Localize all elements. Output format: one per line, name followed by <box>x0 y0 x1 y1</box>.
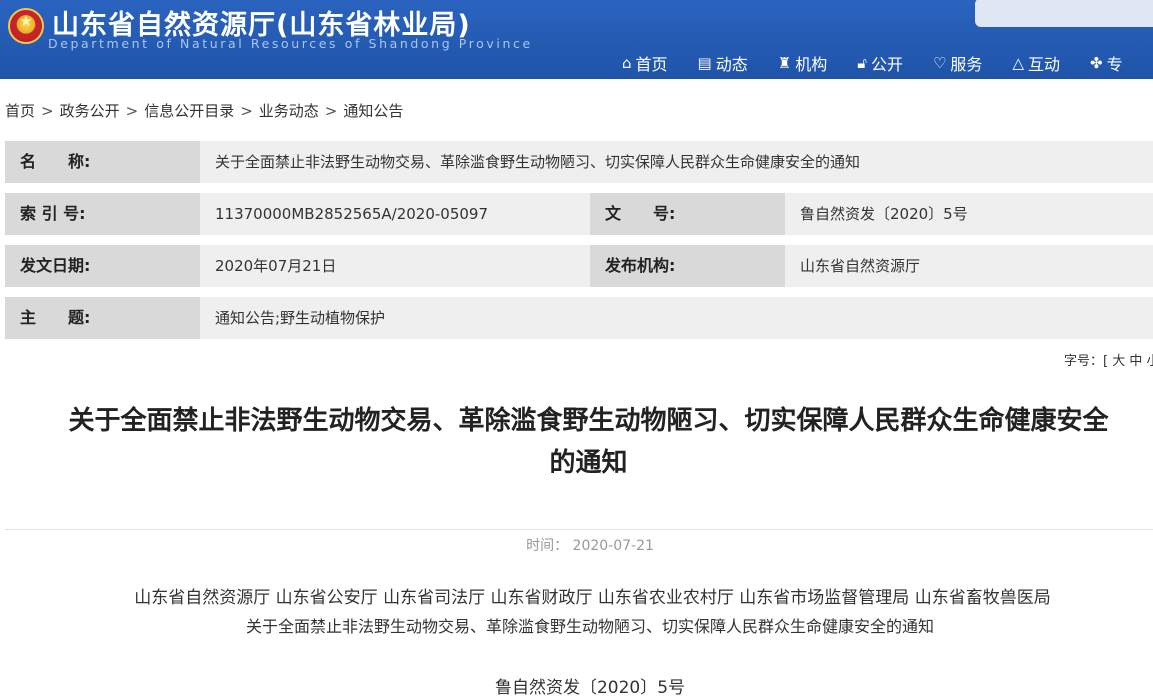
info-row-topic: 主 题: 通知公告;野生动植物保护 <box>5 297 1153 339</box>
org-value: 山东省自然资源厅 <box>785 245 1153 287</box>
nav-item-home[interactable]: ⌂ 首页 <box>622 52 668 74</box>
main-nav: ⌂ 首页 ▤ 动态 ♜ 机构 🔓︎ 公开 ♡ 服务 △ 互动 ✤ 专 <box>622 52 1153 74</box>
article-title-line-2: 的通知 <box>549 448 628 478</box>
date-label: 发文日期: <box>5 245 200 287</box>
info-row-index: 索 引 号: 11370000MB2852565A/2020-05097 文 号… <box>5 193 1153 235</box>
nav-label: 首页 <box>635 55 668 74</box>
docno-value: 鲁自然资发〔2020〕5号 <box>785 193 1153 235</box>
article-doc-number: 鲁自然资发〔2020〕5号 <box>494 678 686 698</box>
index-label: 索 引 号: <box>5 193 200 235</box>
nav-item-interact[interactable]: △ 互动 <box>1012 52 1060 74</box>
breadcrumb-home[interactable]: 首页 <box>5 102 35 120</box>
date-value: 2020年07月21日 <box>200 245 590 287</box>
info-row-name: 名 称: 关于全面禁止非法野生动物交易、革除滥食野生动物陋习、切实保障人民群众生… <box>5 141 1153 183</box>
breadcrumb: 首页 > 政务公开 > 信息公开目录 > 业务动态 > 通知公告 <box>5 100 403 121</box>
breadcrumb-separator: > <box>324 102 338 120</box>
index-value: 11370000MB2852565A/2020-05097 <box>200 193 590 235</box>
breadcrumb-separator: > <box>125 102 139 120</box>
breadcrumb-separator: > <box>240 102 253 120</box>
nav-label: 公开 <box>870 55 903 74</box>
topic-value: 通知公告;野生动植物保护 <box>200 297 1153 339</box>
nav-item-service[interactable]: ♡ 服务 <box>933 52 982 74</box>
name-value: 关于全面禁止非法野生动物交易、革除滥食野生动物陋习、切实保障人民群众生命健康安全… <box>200 141 1153 183</box>
news-icon: ▤ <box>697 54 712 72</box>
search-box[interactable] <box>975 0 1153 27</box>
heart-icon: ♡ <box>932 54 947 72</box>
publish-time: 时间： 2020-07-21 <box>526 538 654 554</box>
nav-label: 机构 <box>795 55 828 74</box>
breadcrumb-catalog[interactable]: 信息公开目录 <box>144 102 234 120</box>
info-row-date: 发文日期: 2020年07月21日 发布机构: 山东省自然资源厅 <box>5 245 1153 287</box>
nav-label: 动态 <box>715 55 748 74</box>
article-title-line-1: 关于全面禁止非法野生动物交易、革除滥食野生动物陋习、切实保障人民群众生命健康安全 <box>68 406 1109 436</box>
topic-icon: ✤ <box>1090 54 1103 72</box>
nav-item-topic[interactable]: ✤ 专 <box>1090 52 1123 74</box>
docno-label: 文 号: <box>590 193 785 235</box>
breadcrumb-business-news[interactable]: 业务动态 <box>259 102 319 120</box>
topic-label: 主 题: <box>5 297 200 339</box>
font-size-control[interactable]: 字号：[ 大 中 小 ] <box>1064 350 1153 369</box>
issuing-departments: 山东省自然资源厅 山东省公安厅 山东省司法厅 山东省财政厅 山东省农业农村厅 山… <box>134 588 1051 608</box>
national-emblem-icon <box>8 8 44 44</box>
breadcrumb-separator: > <box>41 102 54 120</box>
home-icon: ⌂ <box>622 54 632 72</box>
org-label: 发布机构: <box>590 245 785 287</box>
interact-icon: △ <box>1012 54 1024 72</box>
site-header: 山东省自然资源厅(山东省林业局) Department of Natural R… <box>0 0 1153 79</box>
article-title: 关于全面禁止非法野生动物交易、革除滥食野生动物陋习、切实保障人民群众生命健康安全… <box>22 400 1153 484</box>
breadcrumb-gov-affairs[interactable]: 政务公开 <box>60 102 120 120</box>
breadcrumb-notices[interactable]: 通知公告 <box>343 102 403 120</box>
lock-icon: 🔓︎ <box>857 54 867 72</box>
site-subtitle: Department of Natural Resources of Shand… <box>48 36 533 51</box>
org-icon: ♜ <box>777 54 792 72</box>
nav-label: 服务 <box>950 55 983 74</box>
nav-label: 专 <box>1106 55 1123 74</box>
nav-item-news[interactable]: ▤ 动态 <box>698 52 748 74</box>
document-info-table: 名 称: 关于全面禁止非法野生动物交易、革除滥食野生动物陋习、切实保障人民群众生… <box>5 141 1153 349</box>
nav-item-org[interactable]: ♜ 机构 <box>778 52 827 74</box>
article-subject: 关于全面禁止非法野生动物交易、革除滥食野生动物陋习、切实保障人民群众生命健康安全… <box>245 617 934 636</box>
title-divider <box>5 529 1153 530</box>
nav-item-open[interactable]: 🔓︎ 公开 <box>857 52 903 74</box>
name-label: 名 称: <box>5 141 200 183</box>
nav-label: 互动 <box>1027 55 1060 74</box>
